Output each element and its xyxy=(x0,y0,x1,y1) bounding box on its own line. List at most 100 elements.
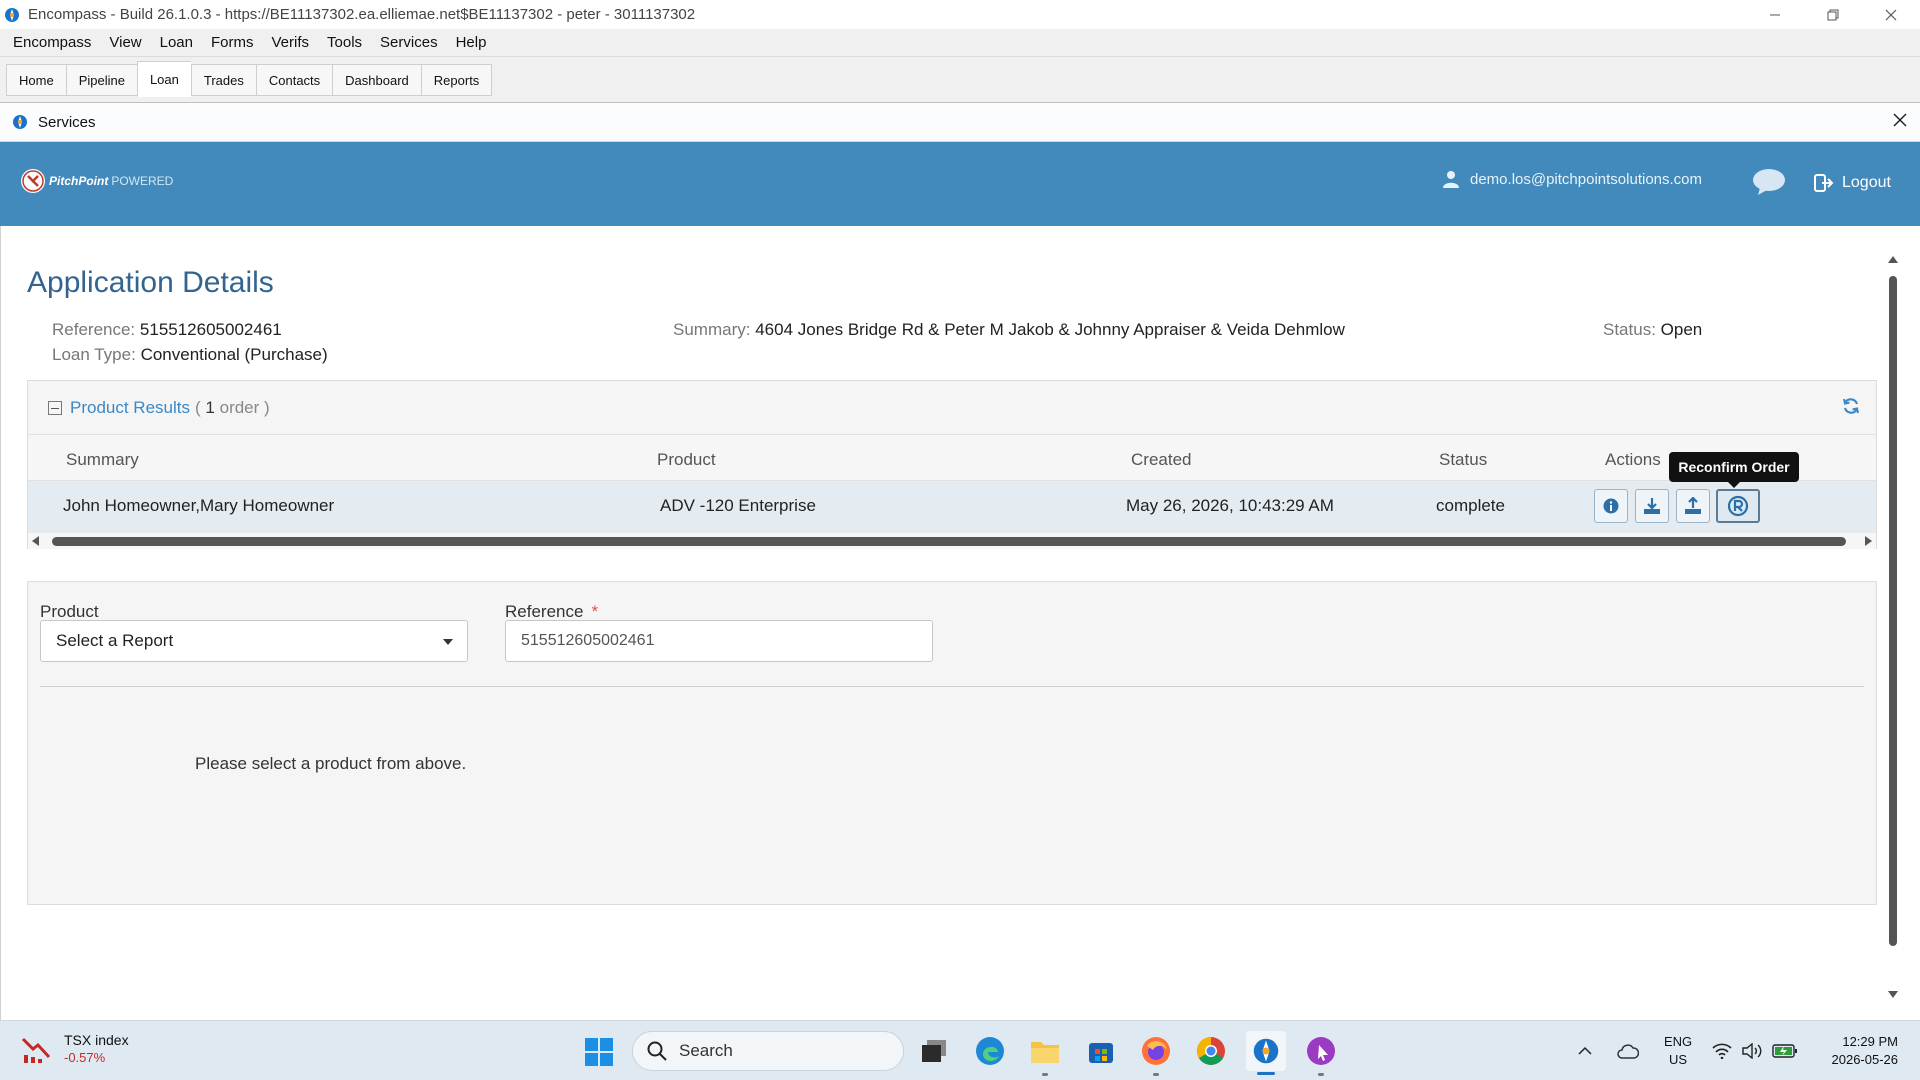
close-services-button[interactable] xyxy=(1892,111,1908,134)
services-panel-header: Services xyxy=(0,103,1920,142)
language-indicator[interactable]: ENG US xyxy=(1664,1033,1692,1069)
product-select[interactable]: Select a Report xyxy=(40,620,468,662)
pitchpoint-logo-icon xyxy=(21,169,45,193)
wifi-icon xyxy=(1712,1043,1732,1059)
reference-label: Reference: xyxy=(52,320,136,339)
window-titlebar: Encompass - Build 26.1.0.3 - https://BE1… xyxy=(0,0,1920,29)
tab-dashboard[interactable]: Dashboard xyxy=(332,64,421,96)
running-indicator xyxy=(1153,1073,1159,1076)
vertical-scroll-thumb[interactable] xyxy=(1889,276,1897,946)
taskbar-search[interactable]: Search xyxy=(632,1031,904,1071)
logout-button[interactable]: Logout xyxy=(1814,174,1891,192)
upload-button[interactable] xyxy=(1676,489,1710,523)
menu-encompass[interactable]: Encompass xyxy=(4,29,100,57)
menu-tools[interactable]: Tools xyxy=(318,29,371,57)
reference-field-label: Reference * xyxy=(505,602,598,622)
widget-value: -0.57% xyxy=(64,1050,106,1065)
stock-chart-icon xyxy=(21,1037,51,1063)
menu-view[interactable]: View xyxy=(100,29,150,57)
reference-input[interactable] xyxy=(505,620,933,662)
menu-verifs[interactable]: Verifs xyxy=(263,29,319,57)
download-icon xyxy=(1644,498,1660,514)
pitchpoint-logo: PitchPoint POWERED xyxy=(21,169,173,193)
main-tab-strip: Home Pipeline Loan Trades Contacts Dashb… xyxy=(0,57,1920,103)
close-icon xyxy=(1885,9,1897,20)
firefox-taskbar-button[interactable] xyxy=(1140,1035,1172,1076)
tab-trades[interactable]: Trades xyxy=(190,64,256,96)
network-button[interactable] xyxy=(1712,1021,1732,1080)
minimize-icon xyxy=(1770,14,1780,15)
summary-value: 4604 Jones Bridge Rd & Peter M Jakob & J… xyxy=(755,320,1345,339)
download-button[interactable] xyxy=(1635,489,1669,523)
store-taskbar-button[interactable] xyxy=(1085,1035,1117,1067)
tab-contacts[interactable]: Contacts xyxy=(255,64,333,96)
refresh-icon xyxy=(1843,398,1859,414)
start-button[interactable] xyxy=(584,1037,614,1072)
edge-taskbar-button[interactable] xyxy=(974,1035,1006,1067)
close-window-button[interactable] xyxy=(1862,0,1920,29)
info-button[interactable] xyxy=(1594,489,1628,523)
vertical-scrollbar[interactable] xyxy=(1884,226,1902,1020)
logout-label: Logout xyxy=(1842,174,1891,191)
summary-label: Summary: xyxy=(673,320,751,339)
tab-pipeline[interactable]: Pipeline xyxy=(65,64,137,96)
onedrive-button[interactable] xyxy=(1617,1021,1639,1080)
reconfirm-order-button[interactable] xyxy=(1716,489,1760,523)
chrome-taskbar-button[interactable] xyxy=(1195,1035,1227,1067)
refresh-button[interactable] xyxy=(1842,397,1860,420)
region-code: US xyxy=(1669,1052,1688,1067)
order-form-panel: Product Select a Report Reference * Pleas… xyxy=(27,581,1877,905)
widget-name: TSX index xyxy=(64,1032,129,1048)
file-explorer-taskbar-button[interactable] xyxy=(1029,1035,1061,1076)
menu-services[interactable]: Services xyxy=(371,29,447,57)
restore-button[interactable] xyxy=(1804,0,1862,29)
reference-value: 515512605002461 xyxy=(139,320,282,339)
horizontal-scroll-thumb[interactable] xyxy=(52,537,1846,546)
close-icon xyxy=(1893,113,1907,127)
tab-loan[interactable]: Loan xyxy=(136,61,191,97)
menu-bar: Encompass View Loan Forms Verifs Tools S… xyxy=(0,29,1920,57)
battery-button[interactable] xyxy=(1772,1021,1798,1080)
scroll-up-arrow-icon[interactable] xyxy=(1888,256,1898,263)
horizontal-scrollbar[interactable] xyxy=(28,533,1876,549)
stock-widget[interactable]: TSX index -0.57% xyxy=(20,1031,129,1067)
required-asterisk: * xyxy=(591,602,599,621)
collapse-minus-icon[interactable] xyxy=(48,400,62,415)
pointer-app-taskbar-button[interactable] xyxy=(1305,1035,1337,1076)
scroll-right-arrow-icon[interactable] xyxy=(1865,536,1872,546)
search-label: Search xyxy=(679,1041,733,1060)
summary-info: Summary: 4604 Jones Bridge Rd & Peter M … xyxy=(673,320,1345,340)
menu-forms[interactable]: Forms xyxy=(202,29,263,57)
task-view-button[interactable] xyxy=(918,1035,950,1067)
language-code: ENG xyxy=(1664,1034,1693,1049)
order-count-number: 1 xyxy=(205,397,215,417)
column-status: Status xyxy=(1439,450,1488,469)
user-email: demo.los@pitchpointsolutions.com xyxy=(1470,170,1703,188)
chat-bubble-icon xyxy=(1753,169,1785,195)
product-results-title[interactable]: Product Results xyxy=(70,398,190,418)
tab-reports[interactable]: Reports xyxy=(420,64,493,96)
show-hidden-icons-button[interactable] xyxy=(1578,1021,1592,1080)
column-created: Created xyxy=(1131,450,1192,469)
logout-icon xyxy=(1814,174,1834,192)
encompass-taskbar-button[interactable] xyxy=(1246,1031,1286,1075)
volume-button[interactable] xyxy=(1742,1021,1764,1080)
logo-text: PitchPoint xyxy=(49,174,109,188)
product-label: Product xyxy=(40,602,99,621)
running-indicator xyxy=(1318,1073,1324,1076)
upload-icon xyxy=(1685,497,1701,514)
user-account[interactable]: demo.los@pitchpointsolutions.com xyxy=(1442,170,1702,188)
table-row[interactable]: John Homeowner,Mary Homeowner ADV -120 E… xyxy=(28,481,1876,533)
status-info: Status: Open xyxy=(1603,320,1702,340)
chat-button[interactable] xyxy=(1752,168,1786,201)
taskbar-clock[interactable]: 12:29 PM 2026-05-26 xyxy=(1818,1033,1899,1069)
restore-icon xyxy=(1827,9,1839,20)
column-summary: Summary xyxy=(66,450,139,469)
menu-loan[interactable]: Loan xyxy=(151,29,202,57)
scroll-left-arrow-icon[interactable] xyxy=(32,536,39,546)
menu-help[interactable]: Help xyxy=(447,29,496,57)
product-results-header: Product Results ( 1 order ) xyxy=(28,381,1876,435)
minimize-button[interactable] xyxy=(1746,0,1804,29)
tab-home[interactable]: Home xyxy=(6,64,66,96)
scroll-down-arrow-icon[interactable] xyxy=(1888,991,1898,998)
